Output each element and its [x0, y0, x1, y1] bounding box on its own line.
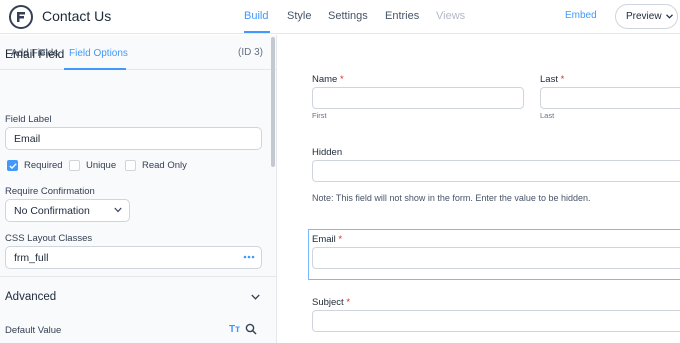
require-confirmation-label: Require Confirmation: [5, 186, 95, 197]
css-value: frm_full: [14, 252, 49, 264]
required-asterisk: *: [560, 74, 565, 85]
last-label-text: Last: [540, 74, 558, 85]
required-asterisk: *: [346, 297, 351, 308]
last-name-input[interactable]: [540, 87, 680, 109]
field-id: (ID 3): [238, 47, 263, 58]
hidden-field-note: Note: This field will not show in the fo…: [312, 193, 591, 203]
chevron-down-icon: [114, 207, 122, 213]
email-label-text: Email: [312, 234, 336, 245]
tab-build[interactable]: Build: [244, 10, 268, 22]
field-label-input[interactable]: Email: [5, 127, 262, 150]
css-layout-classes-input[interactable]: frm_full: [5, 246, 262, 269]
tab-entries[interactable]: Entries: [385, 10, 419, 22]
hidden-field-label: Hidden: [312, 147, 343, 158]
formidable-logo-icon[interactable]: [9, 5, 33, 29]
tab-settings[interactable]: Settings: [328, 10, 368, 22]
first-name-input[interactable]: [312, 87, 524, 109]
required-checkbox[interactable]: Required: [7, 160, 63, 171]
search-icon[interactable]: [245, 323, 257, 335]
preview-label: Preview: [626, 11, 662, 22]
unique-checkbox[interactable]: Unique: [69, 160, 116, 171]
field-type-heading: Email Field: [5, 47, 65, 61]
advanced-section-title[interactable]: Advanced: [5, 291, 56, 303]
advanced-divider: [0, 276, 276, 277]
field-label-label: Field Label: [5, 114, 52, 125]
css-layout-classes-label: CSS Layout Classes: [5, 233, 93, 244]
more-dots-icon[interactable]: [243, 254, 255, 260]
required-asterisk: *: [339, 74, 344, 85]
default-value-label: Default Value: [5, 325, 62, 336]
tab-style[interactable]: Style: [287, 10, 311, 22]
last-field-label: Last *: [540, 74, 564, 85]
active-tab-indicator: [244, 31, 270, 33]
required-asterisk: *: [338, 234, 343, 245]
text-format-icon[interactable]: Tт: [229, 324, 240, 335]
checkbox-box: [69, 160, 80, 171]
tab-views[interactable]: Views: [436, 10, 465, 22]
email-field-input[interactable]: [312, 247, 680, 269]
read-only-label: Read Only: [142, 160, 187, 171]
embed-button[interactable]: Embed: [565, 10, 597, 21]
email-field-label: Email *: [312, 234, 342, 245]
chevron-down-icon: [665, 14, 673, 19]
hidden-field-input[interactable]: [312, 160, 680, 182]
name-field-label: Name *: [312, 74, 344, 85]
require-confirmation-select[interactable]: No Confirmation: [5, 199, 130, 222]
subject-field-input[interactable]: [312, 310, 680, 332]
checkmark-icon: [7, 160, 18, 171]
checkbox-box: [125, 160, 136, 171]
last-sublabel: Last: [540, 111, 555, 120]
select-value: No Confirmation: [14, 205, 90, 217]
form-title: Contact Us: [42, 8, 112, 24]
subject-field-label: Subject *: [312, 297, 350, 308]
unique-label: Unique: [86, 160, 117, 171]
chevron-down-icon[interactable]: [251, 294, 260, 300]
required-label: Required: [24, 160, 63, 171]
sidebar-tab-indicator: [64, 68, 126, 70]
name-label-text: Name: [312, 74, 338, 85]
first-sublabel: First: [312, 111, 327, 120]
sidebar-scrollbar[interactable]: [271, 37, 275, 167]
preview-button[interactable]: Preview: [615, 4, 678, 29]
top-bar: Contact Us Build Style Settings Entries …: [0, 0, 680, 34]
read-only-checkbox[interactable]: Read Only: [125, 160, 187, 171]
tab-field-options[interactable]: Field Options: [69, 48, 128, 59]
subject-label-text: Subject: [312, 297, 344, 308]
